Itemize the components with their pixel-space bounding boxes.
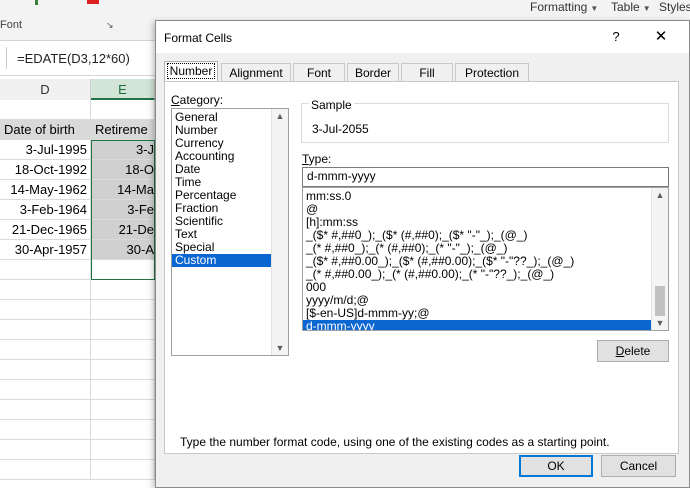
- font-group-label: Font: [0, 19, 23, 31]
- cell-d3[interactable]: 3-Jul-1995: [0, 140, 91, 160]
- cell-empty[interactable]: [0, 360, 91, 380]
- cell-empty[interactable]: [91, 440, 155, 460]
- tab-font[interactable]: Font: [293, 63, 345, 81]
- category-list[interactable]: General Number Currency Accounting Date Time P…: [171, 108, 289, 356]
- sample-value: 3-Jul-2055: [312, 122, 369, 136]
- cell-e7[interactable]: 21-De: [91, 220, 155, 240]
- cell-d5[interactable]: 14-May-1962: [0, 180, 91, 200]
- cell-empty[interactable]: [0, 260, 91, 280]
- cell-e8[interactable]: 30-A: [91, 240, 155, 260]
- delete-button[interactable]: Delete: [597, 340, 669, 362]
- format-code-item[interactable]: d-mmm-yyyy: [303, 320, 651, 330]
- ribbon-icon-green: [35, 0, 38, 5]
- help-button[interactable]: ?: [606, 28, 626, 46]
- cell-empty[interactable]: [91, 400, 155, 420]
- cell-empty[interactable]: [0, 280, 91, 300]
- scrollbar-thumb[interactable]: [655, 286, 665, 316]
- number-tab-panel: Category: General Number Currency Accountin…: [164, 81, 679, 454]
- cancel-button[interactable]: Cancel: [601, 455, 676, 477]
- cell-d2[interactable]: Date of birth: [0, 120, 91, 140]
- cell-empty[interactable]: [0, 460, 91, 480]
- type-label: Type:: [302, 152, 332, 166]
- cell-e3[interactable]: 3-J: [91, 140, 155, 160]
- sample-label: Sample: [309, 98, 354, 112]
- chevron-down-icon: ▼: [642, 4, 651, 13]
- cell-d6[interactable]: 3-Feb-1964: [0, 200, 91, 220]
- cell-e2[interactable]: Retireme: [91, 120, 155, 140]
- chevron-down-icon: ▼: [590, 4, 599, 13]
- conditional-formatting-button[interactable]: Formatting ▼: [530, 0, 598, 14]
- formula-bar-divider: [6, 47, 7, 69]
- cell-empty[interactable]: [0, 300, 91, 320]
- cell-empty[interactable]: [91, 340, 155, 360]
- format-code-list[interactable]: mm:ss.0 @ [h]:mm:ss _($* #,##0_);_($* (#,##…: [302, 187, 669, 331]
- cell-empty[interactable]: [0, 320, 91, 340]
- hint-text: Type the number format code, using one o…: [180, 435, 610, 449]
- cell-d8[interactable]: 30-Apr-1957: [0, 240, 91, 260]
- cell-d7[interactable]: 21-Dec-1965: [0, 220, 91, 240]
- format-code-item[interactable]: _(* #,##0.00_);_(* (#,##0.00);_(* "-"??_…: [303, 268, 651, 281]
- scroll-down-icon[interactable]: ▼: [652, 316, 668, 330]
- format-list-scrollbar[interactable]: ▲ ▼: [651, 188, 668, 330]
- dialog-titlebar[interactable]: Format Cells ? ✕: [156, 21, 689, 53]
- category-list-scrollbar[interactable]: ▲ ▼: [271, 109, 288, 355]
- dialog-launcher-icon[interactable]: ↘: [106, 21, 115, 30]
- scroll-up-icon[interactable]: ▲: [652, 188, 668, 202]
- format-code-item[interactable]: mm:ss.0: [303, 190, 651, 203]
- cell-empty[interactable]: [0, 420, 91, 440]
- column-header-d[interactable]: D: [0, 79, 91, 100]
- cell-empty[interactable]: [91, 420, 155, 440]
- cell-empty[interactable]: [91, 260, 155, 280]
- cell-styles-button[interactable]: Styles: [659, 0, 690, 14]
- font-color-icon[interactable]: [87, 0, 99, 4]
- cell-empty[interactable]: [91, 460, 155, 480]
- category-item-custom[interactable]: Custom: [172, 254, 271, 267]
- tab-number[interactable]: Number: [164, 61, 218, 82]
- ok-button[interactable]: OK: [519, 455, 593, 477]
- format-as-table-button[interactable]: Table ▼: [611, 0, 651, 14]
- cell-d4[interactable]: 18-Oct-1992: [0, 160, 91, 180]
- cell-empty[interactable]: [91, 280, 155, 300]
- cell-empty[interactable]: [91, 380, 155, 400]
- worksheet-grid: Date of birth Retireme 3-Jul-1995 3-J 18…: [0, 100, 155, 488]
- dialog-title: Format Cells: [164, 31, 233, 45]
- close-button[interactable]: ✕: [651, 28, 671, 46]
- cell-e5[interactable]: 14-Ma: [91, 180, 155, 200]
- cell-empty[interactable]: [91, 360, 155, 380]
- cell-empty[interactable]: [0, 440, 91, 460]
- scroll-down-icon[interactable]: ▼: [272, 341, 288, 355]
- cell-empty[interactable]: [91, 320, 155, 340]
- tab-protection[interactable]: Protection: [455, 63, 529, 81]
- cell-empty[interactable]: [0, 400, 91, 420]
- column-header-e[interactable]: E: [91, 79, 155, 100]
- scroll-up-icon[interactable]: ▲: [272, 109, 288, 123]
- cell-empty[interactable]: [0, 380, 91, 400]
- type-input[interactable]: d-mmm-yyyy: [302, 167, 669, 187]
- category-label: Category:: [171, 93, 224, 107]
- tab-fill[interactable]: Fill: [401, 63, 453, 81]
- cell-d1[interactable]: [0, 100, 91, 120]
- cell-empty[interactable]: [0, 340, 91, 360]
- cell-e1[interactable]: [91, 100, 155, 120]
- cell-e4[interactable]: 18-O: [91, 160, 155, 180]
- format-cells-dialog: Format Cells ? ✕ Number Alignment Font B…: [155, 20, 690, 488]
- tab-border[interactable]: Border: [347, 63, 399, 81]
- tab-alignment[interactable]: Alignment: [221, 63, 291, 81]
- cell-empty[interactable]: [91, 300, 155, 320]
- formula-text[interactable]: =EDATE(D3,12*60): [17, 51, 130, 66]
- cell-e6[interactable]: 3-Fe: [91, 200, 155, 220]
- sample-group: Sample 3-Jul-2055: [301, 98, 669, 143]
